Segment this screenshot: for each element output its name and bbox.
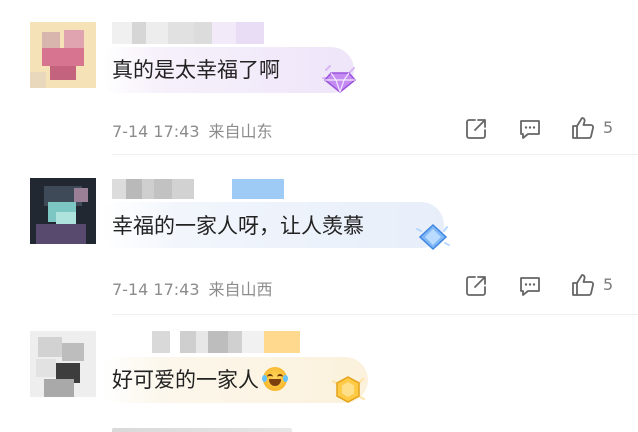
comment-icon[interactable] <box>518 117 542 141</box>
comment-text-content: 好可爱的一家人 <box>112 368 259 392</box>
comment-icon[interactable] <box>518 274 542 298</box>
comment-text: 真的是太幸福了啊 <box>112 58 280 82</box>
thumbs-up-icon[interactable] <box>570 272 596 298</box>
comment-meta: 7-14 17:43 来自山西 <box>112 276 273 300</box>
comment-text: 好可爱的一家人 <box>112 367 288 393</box>
comment-text: 幸福的一家人呀，让人羡慕 <box>112 214 364 238</box>
comment-meta: 7-14 17:43 来自山东 <box>112 118 273 142</box>
avatar[interactable] <box>30 22 96 88</box>
avatar[interactable] <box>30 331 96 397</box>
username-blurred[interactable] <box>112 179 284 199</box>
username-blurred[interactable] <box>112 331 326 353</box>
avatar[interactable] <box>30 178 96 244</box>
comment-location: 来自山东 <box>208 122 273 141</box>
share-icon[interactable] <box>464 117 488 141</box>
blue-diamond-badge-icon <box>416 223 450 251</box>
thumbs-up-icon[interactable] <box>570 115 596 141</box>
comment-time: 7-14 17:43 <box>112 280 200 299</box>
like-count: 5 <box>603 275 614 294</box>
comment-item-2: 幸福的一家人呀，让人羡慕 7-14 17:43 来自山西 5 <box>0 155 638 315</box>
comment-item-1: 真的是太幸福了啊 7-14 17:43 来自山东 5 <box>0 0 638 155</box>
share-icon[interactable] <box>464 274 488 298</box>
comment-item-3: 好可爱的一家人 <box>0 315 638 432</box>
like-count: 5 <box>603 118 614 137</box>
purple-diamond-badge-icon <box>322 65 357 93</box>
username-blurred[interactable] <box>112 22 264 44</box>
comment-location: 来自山西 <box>208 280 273 299</box>
comment-time: 7-14 17:43 <box>112 122 200 141</box>
gold-hexagon-badge-icon <box>332 376 365 403</box>
comment-feed: 真的是太幸福了啊 7-14 17:43 来自山东 5 幸福的一家人呀，让人羡慕 … <box>0 0 638 432</box>
laughing-tears-emoji-icon <box>262 367 288 391</box>
comment-meta-partial <box>112 425 302 432</box>
